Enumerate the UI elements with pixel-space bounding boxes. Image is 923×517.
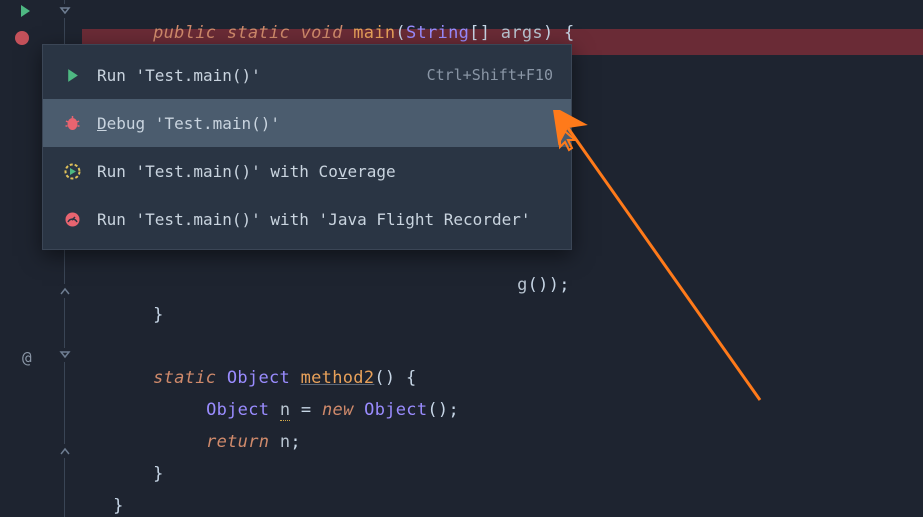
identifier: args xyxy=(501,23,543,43)
brace: } xyxy=(113,496,124,516)
cursor-icon xyxy=(558,125,580,153)
identifier: g xyxy=(517,275,528,295)
code-brace: } xyxy=(132,285,164,325)
menu-label: Run 'Test.main()' xyxy=(97,66,427,85)
keyword: public static xyxy=(153,23,290,43)
keyword: void xyxy=(301,23,343,43)
run-context-menu: Run 'Test.main()' Ctrl+Shift+F10 Debug '… xyxy=(42,44,572,250)
breakpoint-icon[interactable] xyxy=(14,30,30,46)
menu-item-run[interactable]: Run 'Test.main()' Ctrl+Shift+F10 xyxy=(43,51,571,99)
menu-item-jfr[interactable]: Run 'Test.main()' with 'Java Flight Reco… xyxy=(43,195,571,243)
code-brace: } xyxy=(132,444,164,484)
fold-icon[interactable] xyxy=(58,4,72,18)
punct: ( xyxy=(395,23,406,43)
code-brace: } xyxy=(92,476,124,516)
code-line-partial: g()); xyxy=(496,255,570,295)
menu-label: Run 'Test.main()' with 'Java Flight Reco… xyxy=(97,210,553,229)
run-gutter-icon[interactable] xyxy=(18,4,32,18)
punct: ) { xyxy=(543,23,575,43)
menu-item-coverage[interactable]: Run 'Test.main()' with Coverage xyxy=(43,147,571,195)
annotation-arrow xyxy=(550,110,790,420)
code-line: public static void main(String[] args) { xyxy=(132,3,575,43)
punct: [] xyxy=(469,23,490,43)
fold-close-icon xyxy=(58,284,72,298)
coverage-icon xyxy=(61,163,83,180)
jfr-icon xyxy=(61,211,83,228)
type: String xyxy=(406,23,469,43)
keyword: return xyxy=(206,432,269,452)
fold-close-icon xyxy=(58,444,72,458)
brace: } xyxy=(153,305,164,325)
debug-icon xyxy=(61,115,83,132)
run-icon xyxy=(61,68,83,83)
menu-shortcut: Ctrl+Shift+F10 xyxy=(427,66,553,84)
method-name: main xyxy=(353,23,395,43)
type: Object xyxy=(364,400,427,420)
fold-icon[interactable] xyxy=(58,348,72,362)
keyword: new xyxy=(322,400,354,420)
identifier: n xyxy=(280,432,291,452)
punct: ; xyxy=(290,432,301,452)
menu-label: Run 'Test.main()' with Coverage xyxy=(97,162,553,181)
punct: ()); xyxy=(528,275,570,295)
punct: (); xyxy=(427,400,459,420)
brace: } xyxy=(153,464,164,484)
override-gutter-icon[interactable]: @ xyxy=(22,348,32,367)
menu-item-debug[interactable]: Debug 'Test.main()' xyxy=(43,99,571,147)
code-line: return n; xyxy=(185,412,301,452)
menu-label: Debug 'Test.main()' xyxy=(97,114,553,133)
